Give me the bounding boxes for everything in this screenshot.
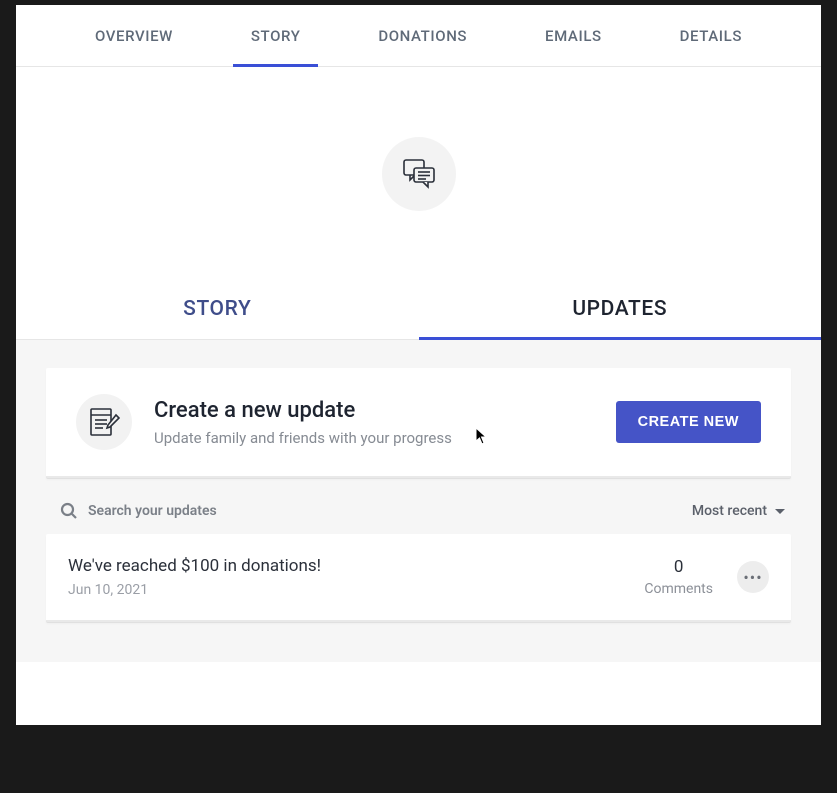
hero-icon-section — [16, 67, 821, 281]
sort-label: Most recent — [692, 503, 767, 519]
update-comments: 0 Comments — [644, 557, 713, 597]
chat-bubbles-icon — [382, 137, 456, 211]
sub-tabs: STORY UPDATES — [16, 281, 821, 340]
sort-dropdown[interactable]: Most recent — [692, 503, 785, 519]
subtab-story[interactable]: STORY — [16, 281, 419, 339]
create-update-title: Create a new update — [154, 398, 616, 423]
search-icon — [60, 502, 78, 520]
chevron-down-icon — [775, 509, 785, 514]
document-pencil-icon — [76, 394, 132, 450]
create-new-button[interactable]: CREATE NEW — [616, 401, 761, 443]
create-update-card: Create a new update Update family and fr… — [46, 368, 791, 478]
search-sort-row: Search your updates Most recent — [46, 478, 791, 534]
update-date: Jun 10, 2021 — [68, 582, 644, 598]
top-tabs: OVERVIEW STORY DONATIONS EMAILS DETAILS — [16, 5, 821, 67]
subtab-updates[interactable]: UPDATES — [419, 281, 822, 339]
tab-details[interactable]: DETAILS — [680, 5, 742, 66]
create-update-subtitle: Update family and friends with your prog… — [154, 429, 616, 447]
search-input[interactable]: Search your updates — [60, 502, 217, 520]
comments-label: Comments — [644, 581, 713, 597]
tab-emails[interactable]: EMAILS — [545, 5, 602, 66]
tab-overview[interactable]: OVERVIEW — [95, 5, 173, 66]
tab-donations[interactable]: DONATIONS — [378, 5, 467, 66]
ellipsis-icon: ••• — [743, 568, 762, 587]
update-item[interactable]: We've reached $100 in donations! Jun 10,… — [46, 534, 791, 622]
more-options-button[interactable]: ••• — [737, 561, 769, 593]
updates-panel: Create a new update Update family and fr… — [16, 340, 821, 662]
search-placeholder: Search your updates — [88, 503, 217, 519]
tab-story[interactable]: STORY — [251, 5, 301, 66]
comments-count: 0 — [644, 557, 713, 577]
update-title: We've reached $100 in donations! — [68, 556, 644, 576]
